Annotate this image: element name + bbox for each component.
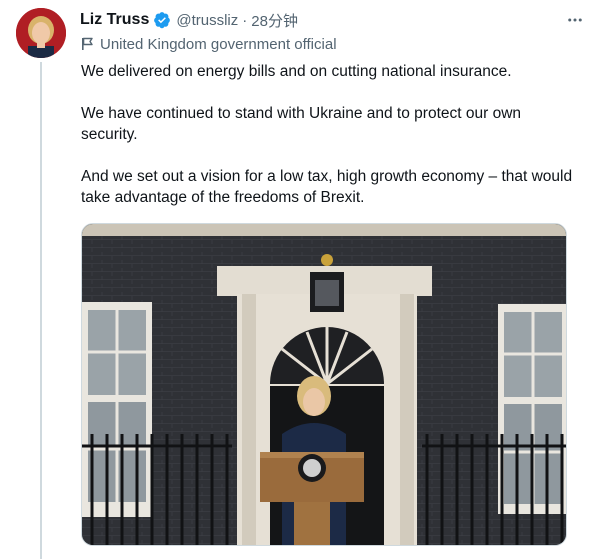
government-label[interactable]: United Kingdom government official — [80, 34, 337, 54]
author-handle[interactable]: @trussliz — [176, 12, 238, 29]
tweet-timestamp[interactable]: 28分钟 — [251, 10, 298, 31]
more-options-icon[interactable] — [564, 9, 586, 31]
tweet-header: Liz Truss @trussliz · 28分钟 — [80, 8, 586, 32]
separator-dot: · — [242, 11, 248, 29]
tweet-text: We delivered on energy bills and on cutt… — [81, 61, 581, 229]
verified-badge-icon — [153, 11, 171, 29]
government-label-text: United Kingdom government official — [100, 35, 337, 53]
photo-icon — [82, 224, 566, 545]
avatar-photo — [16, 8, 66, 58]
flag-icon — [80, 37, 94, 51]
tweet-paragraph: We delivered on energy bills and on cutt… — [81, 63, 512, 80]
avatar[interactable] — [16, 8, 66, 58]
thread-line — [40, 62, 42, 559]
tweet-paragraph: We have continued to stand with Ukraine … — [81, 105, 522, 143]
author-name[interactable]: Liz Truss — [80, 11, 149, 29]
tweet-paragraph: And we set out a vision for a low tax, h… — [81, 168, 573, 206]
tweet-photo[interactable] — [81, 223, 567, 546]
